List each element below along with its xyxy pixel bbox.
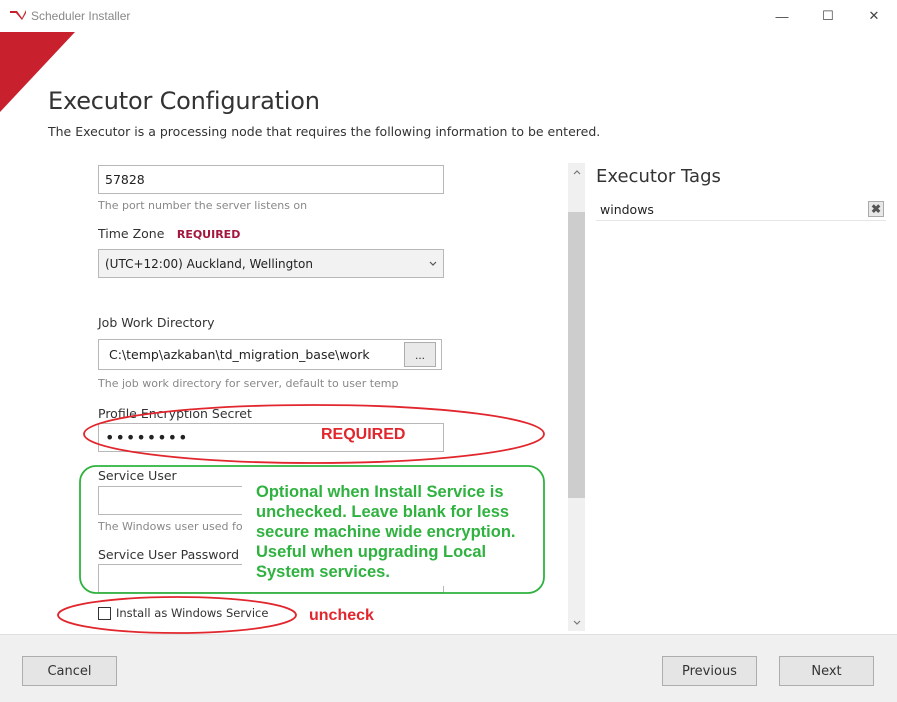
optional-annotation-line: System services. — [256, 563, 390, 581]
optional-annotation-line: Optional when Install Service is — [256, 483, 504, 501]
optional-annotation: Optional when Install Service is uncheck… — [256, 482, 516, 582]
uncheck-annotation: uncheck — [309, 607, 374, 624]
footer-bar — [0, 634, 897, 702]
previous-button[interactable]: Previous — [662, 656, 757, 686]
optional-annotation-line: secure machine wide encryption. — [256, 523, 516, 541]
uncheck-annotation-ellipse — [57, 596, 297, 634]
cancel-button[interactable]: Cancel — [22, 656, 117, 686]
annotation-layer — [57, 404, 545, 634]
optional-annotation-line: unchecked. Leave blank for less — [256, 503, 510, 521]
optional-annotation-line: Useful when upgrading Local — [256, 543, 487, 561]
required-annotation: REQUIRED — [321, 426, 406, 443]
required-annotation-ellipse — [83, 404, 545, 464]
next-button[interactable]: Next — [779, 656, 874, 686]
